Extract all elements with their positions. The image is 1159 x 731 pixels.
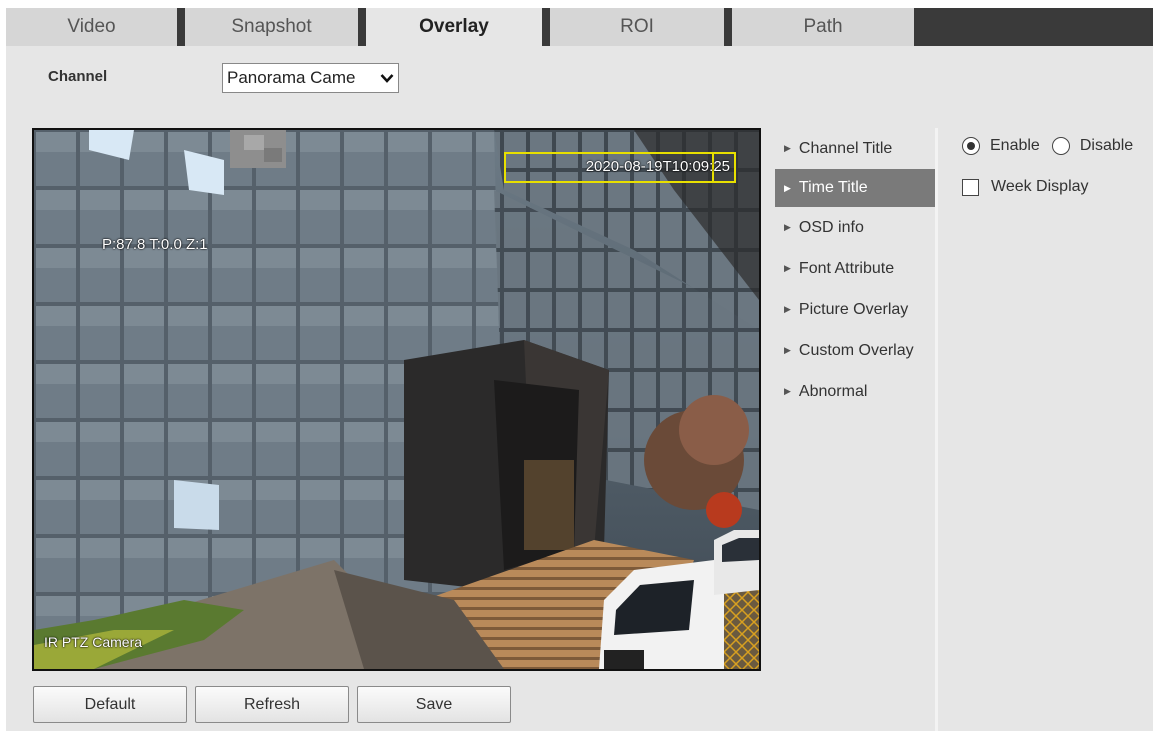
triangle-right-icon: ▶ xyxy=(784,304,791,314)
time-title-overlay: 2020-08-19T10:09:25 xyxy=(585,158,730,175)
menu-item-label: Abnormal xyxy=(798,382,868,400)
triangle-right-icon: ▶ xyxy=(784,263,791,273)
save-button[interactable]: Save xyxy=(357,686,511,723)
menu-item-label: Picture Overlay xyxy=(798,300,909,318)
ptz-position-overlay: P:87.8 T:0.0 Z:1 xyxy=(102,236,208,253)
channel-select[interactable]: Panorama Came xyxy=(222,63,399,93)
time-title-box[interactable]: 2020-08-19T10:09:25 xyxy=(504,152,736,183)
refresh-button[interactable]: Refresh xyxy=(195,686,349,723)
channel-label: Channel xyxy=(48,68,108,85)
menu-item-label: Time Title xyxy=(798,179,868,196)
overlay-panel: Channel Panorama Came P:87.8 T:0.0 Z:1 2… xyxy=(6,46,1153,731)
channel-select-value: Panorama Came xyxy=(227,68,356,87)
tab-roi[interactable]: ROI xyxy=(550,8,732,46)
tab-snapshot[interactable]: Snapshot xyxy=(185,8,366,46)
week-display-checkbox[interactable] xyxy=(962,178,979,196)
menu-divider xyxy=(935,128,938,731)
video-preview[interactable]: P:87.8 T:0.0 Z:1 2020-08-19T10:09:25 IR … xyxy=(32,128,761,671)
disable-label: Disable xyxy=(1079,137,1134,154)
menu-item-abnormal[interactable]: ▶ Abnormal xyxy=(775,371,935,412)
channel-title-overlay: IR PTZ Camera xyxy=(44,634,143,650)
triangle-right-icon: ▶ xyxy=(784,143,791,153)
default-button[interactable]: Default xyxy=(33,686,187,723)
menu-item-custom-overlay[interactable]: ▶ Custom Overlay xyxy=(775,330,935,371)
tab-bar: Video Snapshot Overlay ROI Path xyxy=(6,8,1153,46)
menu-item-label: OSD info xyxy=(798,218,864,236)
triangle-right-icon: ▶ xyxy=(784,345,791,355)
enable-radio[interactable] xyxy=(962,137,980,155)
chevron-down-icon xyxy=(376,64,398,92)
tab-overlay[interactable]: Overlay xyxy=(366,8,550,46)
tab-path[interactable]: Path xyxy=(732,8,914,46)
enable-radio-group: Enable Disable xyxy=(962,134,1145,158)
menu-item-channel-title[interactable]: ▶ Channel Title xyxy=(775,128,935,169)
disable-radio[interactable] xyxy=(1051,137,1070,155)
time-title-settings: Enable Disable Week Display xyxy=(962,134,1145,196)
menu-item-label: Font Attribute xyxy=(798,259,895,277)
triangle-right-icon: ▶ xyxy=(784,182,791,193)
menu-item-picture-overlay[interactable]: ▶ Picture Overlay xyxy=(775,289,935,330)
menu-item-label: Custom Overlay xyxy=(798,341,914,359)
menu-item-label: Channel Title xyxy=(798,139,893,157)
menu-item-font-attribute[interactable]: ▶ Font Attribute xyxy=(775,248,935,289)
triangle-right-icon: ▶ xyxy=(784,222,791,232)
enable-label: Enable xyxy=(990,137,1040,154)
camera-scene-image xyxy=(34,130,759,669)
week-display-label: Week Display xyxy=(991,178,1089,195)
triangle-right-icon: ▶ xyxy=(784,386,791,396)
week-display-row: Week Display xyxy=(962,178,1145,196)
overlay-menu: ▶ Channel Title ▶ Time Title ▶ OSD info … xyxy=(775,128,935,412)
tab-video[interactable]: Video xyxy=(6,8,185,46)
menu-item-osd-info[interactable]: ▶ OSD info xyxy=(775,207,935,248)
menu-item-time-title[interactable]: ▶ Time Title xyxy=(775,169,935,207)
